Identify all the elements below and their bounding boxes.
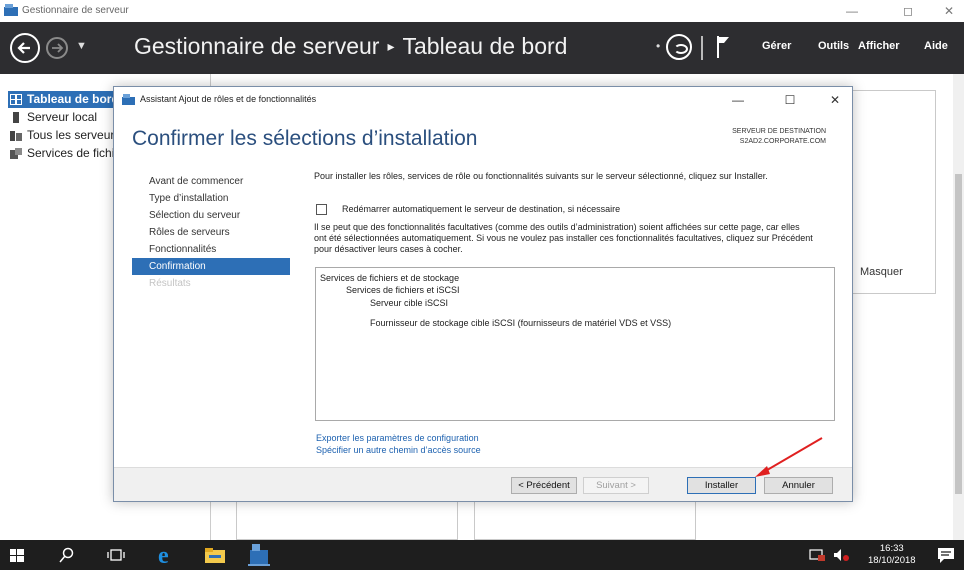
back-arrow-icon: [17, 42, 30, 54]
main-scrollbar[interactable]: [953, 74, 964, 540]
cancel-button[interactable]: Annuler: [764, 477, 833, 494]
sidebar-item-all-servers[interactable]: Tous les serveurs: [8, 127, 120, 144]
sidebar-item-label: Serveur local: [27, 110, 98, 124]
taskbar: e 16:33 18/10/2018: [0, 540, 964, 570]
volume-muted-icon[interactable]: [832, 546, 850, 564]
sidebar-item-label: Tous les serveurs: [27, 128, 120, 142]
sidebar-item-file-services[interactable]: Services de fichiers et de stockage: [8, 145, 120, 162]
menu-tools[interactable]: Outils: [818, 40, 849, 52]
history-dropdown-icon[interactable]: ▼: [76, 40, 87, 52]
wizard-steps-nav: Avant de commencer Type d’installation S…: [132, 173, 290, 292]
clock-time: 16:33: [879, 543, 904, 554]
menu-help[interactable]: Aide: [924, 40, 948, 52]
sidebar-item-label: Services de fichiers et de stockage: [27, 146, 120, 160]
scrollbar-thumb[interactable]: [955, 174, 962, 494]
action-center-icon[interactable]: [936, 546, 956, 564]
wizard-app-icon: [122, 94, 135, 105]
wizard-step-before-you-begin[interactable]: Avant de commencer: [132, 173, 290, 190]
breadcrumb-app: Gestionnaire de serveur: [134, 33, 380, 59]
wizard-step-server-selection[interactable]: Sélection du serveur: [132, 207, 290, 224]
dashboard-tile: [474, 496, 696, 540]
sidebar-item-label: Tableau de bord: [27, 92, 119, 106]
dashboard-icon: [10, 94, 22, 105]
wizard-step-results: Résultats: [149, 278, 191, 289]
feature-item: Services de fichiers et de stockage: [320, 273, 460, 283]
alternate-source-link[interactable]: Spécifier un autre chemin d’accès source: [316, 445, 481, 455]
network-icon[interactable]: [808, 546, 826, 564]
svg-text:e: e: [158, 543, 169, 567]
wizard-step-features[interactable]: Fonctionnalités: [132, 241, 290, 258]
minimize-button[interactable]: —: [840, 2, 864, 20]
forward-button[interactable]: [46, 37, 68, 59]
selected-features-list[interactable]: Services de fichiers et de stockage Serv…: [315, 267, 835, 421]
task-view-icon[interactable]: [106, 546, 126, 564]
wizard-step-server-roles[interactable]: Rôles de serveurs: [132, 224, 290, 241]
page-title: Confirmer les sélections d’installation: [132, 127, 478, 150]
menu-view[interactable]: Afficher: [858, 40, 900, 52]
wizard-step-confirmation[interactable]: Confirmation: [132, 258, 290, 275]
server-manager-app-icon: [4, 4, 18, 16]
hide-welcome-link[interactable]: Masquer: [860, 266, 903, 278]
sidebar-item-local-server[interactable]: Serveur local: [8, 109, 120, 126]
feature-item: Serveur cible iSCSI: [370, 298, 449, 308]
file-explorer-icon[interactable]: [204, 546, 226, 564]
outer-title-bar: Gestionnaire de serveur — ◻ ✕: [0, 0, 964, 22]
restart-checkbox-label[interactable]: Redémarrer automatiquement le serveur de…: [342, 204, 620, 215]
previous-button[interactable]: < Précédent: [511, 477, 577, 494]
header-divider: [701, 36, 703, 60]
dashboard-tile: [236, 496, 458, 540]
wizard-step-installation-type[interactable]: Type d’installation: [132, 190, 290, 207]
refresh-dropdown-icon[interactable]: •: [656, 39, 660, 53]
menu-manage[interactable]: Gérer: [762, 40, 791, 52]
restore-button[interactable]: ◻: [896, 2, 920, 20]
add-roles-wizard-dialog: Assistant Ajout de rôles et de fonctionn…: [113, 86, 853, 502]
dashboard-welcome-panel: [848, 90, 936, 294]
search-icon[interactable]: [58, 546, 76, 564]
breadcrumb: Gestionnaire de serveur ▸ Tableau de bord: [134, 33, 567, 60]
restart-option[interactable]: Redémarrer automatiquement le serveur de…: [316, 203, 826, 217]
internet-explorer-icon[interactable]: e: [155, 543, 179, 567]
sidebar: Tableau de bord Serveur local Tous les s…: [0, 74, 120, 540]
file-services-icon: [10, 148, 22, 159]
app-header: ▼ Gestionnaire de serveur ▸ Tableau de bor…: [0, 22, 964, 74]
destination-server-name: S2AD2.CORPORATE.COM: [739, 138, 826, 145]
intro-text: Pour installer les rôles, services de rô…: [314, 171, 768, 181]
export-settings-link[interactable]: Exporter les paramètres de configuration: [316, 433, 479, 443]
close-button[interactable]: ✕: [937, 2, 961, 20]
destination-server-info: SERVEUR DE DESTINATION S2AD2.CORPORATE.C…: [732, 127, 826, 147]
feature-item: Services de fichiers et iSCSI: [346, 285, 460, 295]
servers-icon: [10, 131, 22, 141]
annotation-arrow-icon: [755, 437, 823, 477]
next-button[interactable]: Suivant >: [583, 477, 649, 494]
wizard-footer: < Précédent Suivant > Installer Annuler: [114, 467, 852, 501]
destination-label: SERVEUR DE DESTINATION: [732, 128, 826, 135]
wizard-close-button[interactable]: ✕: [824, 91, 846, 109]
wizard-title-bar: Assistant Ajout de rôles et de fonctionn…: [114, 87, 852, 113]
breadcrumb-separator-icon: ▸: [387, 38, 395, 54]
outer-window-title: Gestionnaire de serveur: [22, 5, 129, 16]
breadcrumb-section: Tableau de bord: [402, 33, 568, 59]
optional-features-note: Il se peut que des fonctionnalités facul…: [314, 222, 813, 254]
wizard-title: Assistant Ajout de rôles et de fonctionn…: [140, 94, 317, 104]
start-windows-icon[interactable]: [8, 546, 26, 564]
install-button[interactable]: Installer: [687, 477, 756, 494]
wizard-maximize-button[interactable]: ☐: [779, 91, 801, 109]
feature-item: Fournisseur de stockage cible iSCSI (fou…: [370, 318, 672, 328]
notifications-flag-icon[interactable]: [716, 34, 730, 60]
clock[interactable]: 16:33 18/10/2018: [868, 543, 916, 567]
server-manager-taskbar-icon[interactable]: [248, 542, 270, 566]
sidebar-item-dashboard[interactable]: Tableau de bord: [8, 91, 120, 108]
back-button[interactable]: [10, 33, 40, 63]
clock-date: 18/10/2018: [868, 555, 916, 566]
refresh-icon[interactable]: [666, 34, 692, 60]
forward-arrow-icon: [52, 43, 64, 53]
wizard-minimize-button[interactable]: —: [727, 91, 749, 109]
server-icon: [13, 112, 19, 123]
restart-checkbox[interactable]: [316, 204, 327, 215]
